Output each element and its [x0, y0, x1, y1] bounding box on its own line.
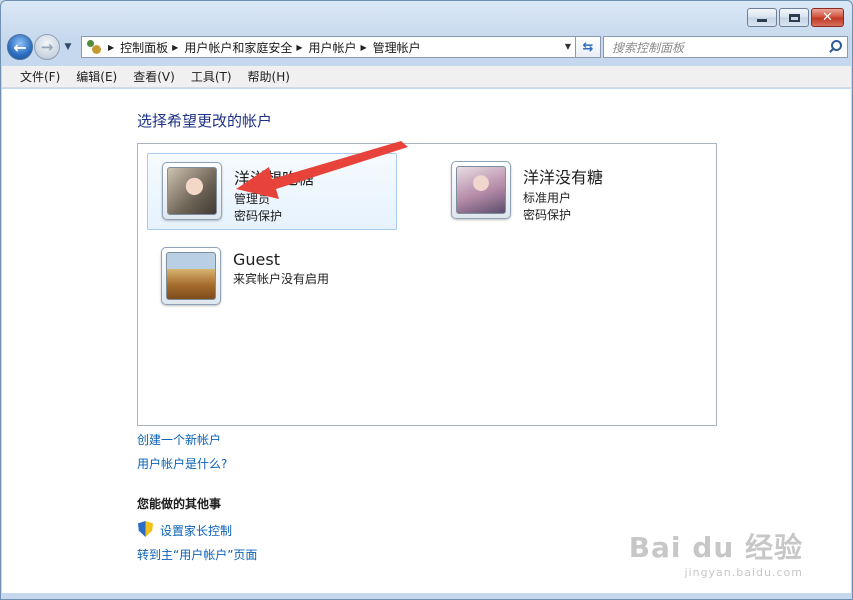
- goto-main-user-accounts-link[interactable]: 转到主“用户帐户”页面: [137, 546, 257, 563]
- shield-icon: [138, 521, 153, 537]
- account-type: 来宾帐户没有启用: [233, 272, 330, 286]
- minimize-button[interactable]: [747, 8, 777, 27]
- maximize-button[interactable]: [779, 8, 809, 27]
- close-button[interactable]: ✕: [811, 8, 844, 27]
- watermark-text: Bai du 经验: [628, 531, 803, 564]
- menu-edit[interactable]: 编辑(E): [68, 66, 125, 87]
- account-name: 洋洋没有糖: [523, 168, 604, 187]
- refresh-button[interactable]: ⇆: [576, 36, 601, 58]
- forward-button[interactable]: →: [34, 34, 60, 60]
- caption-buttons: ✕: [747, 8, 844, 27]
- arrow-right-icon: →: [40, 38, 54, 56]
- account-type: 管理员: [234, 192, 271, 206]
- avatar: [161, 247, 221, 305]
- watermark-url: jingyan.baidu.com: [684, 566, 803, 579]
- account-tile-standard[interactable]: 洋洋没有糖 标准用户 密码保护: [437, 153, 687, 230]
- back-button[interactable]: ←: [7, 34, 33, 60]
- chevron-right-icon[interactable]: ▶: [108, 43, 114, 52]
- menu-file[interactable]: 文件(F): [12, 66, 68, 87]
- page-title: 选择希望更改的帐户: [137, 112, 273, 130]
- breadcrumb-manage-accounts[interactable]: 管理帐户: [373, 39, 421, 56]
- account-status: 密码保护: [234, 209, 283, 223]
- search-icon[interactable]: [827, 39, 843, 55]
- avatar: [162, 162, 222, 220]
- user-photo-icon: [456, 166, 506, 214]
- account-tile-guest[interactable]: Guest 来宾帐户没有启用: [147, 239, 397, 316]
- what-is-user-account-link[interactable]: 用户帐户是什么?: [137, 455, 227, 472]
- account-status: 密码保护: [523, 208, 572, 222]
- suitcase-icon: [166, 252, 216, 300]
- parental-controls-link[interactable]: 设置家长控制: [160, 522, 232, 539]
- chevron-right-icon[interactable]: ▶: [361, 43, 367, 52]
- menu-help[interactable]: 帮助(H): [240, 66, 298, 87]
- breadcrumb-user-accounts[interactable]: 用户帐户: [309, 39, 357, 56]
- breadcrumb-control-panel[interactable]: 控制面板: [120, 39, 168, 56]
- menu-view[interactable]: 查看(V): [125, 66, 183, 87]
- chevron-right-icon[interactable]: ▶: [296, 43, 302, 52]
- account-name: Guest: [233, 250, 280, 269]
- recent-pages-dropdown[interactable]: ▼: [62, 42, 74, 52]
- search-input[interactable]: 搜索控制面板: [604, 39, 827, 56]
- chevron-right-icon[interactable]: ▶: [172, 43, 178, 52]
- account-tile-admin[interactable]: 洋洋想吃糖 管理员 密码保护: [147, 153, 397, 230]
- arrow-left-icon: ←: [13, 37, 27, 57]
- account-name: 洋洋想吃糖: [234, 169, 315, 188]
- create-account-link[interactable]: 创建一个新帐户: [137, 431, 221, 448]
- search-box[interactable]: 搜索控制面板: [603, 36, 848, 58]
- control-panel-icon: [84, 38, 104, 56]
- refresh-icon: ⇆: [582, 39, 594, 55]
- breadcrumb-user-accounts-family[interactable]: 用户帐户和家庭安全: [184, 39, 292, 56]
- close-icon: ✕: [822, 10, 833, 25]
- watermark-logo: Bai du 经验 jingyan.baidu.com: [629, 526, 803, 579]
- maximize-icon: [788, 13, 800, 22]
- account-list: 洋洋想吃糖 管理员 密码保护 洋洋没有糖 标准用户 密码保护 Guest 来宾帐…: [137, 143, 717, 426]
- other-tasks-title: 您能做的其他事: [137, 497, 222, 511]
- navigation-bar: ← → ▼ ▶ 控制面板 ▶ 用户帐户和家庭安全 ▶ 用户帐户 ▶ 管理帐户 ▼…: [7, 32, 848, 62]
- address-bar[interactable]: ▶ 控制面板 ▶ 用户帐户和家庭安全 ▶ 用户帐户 ▶ 管理帐户 ▼: [81, 36, 576, 58]
- menu-bar: 文件(F) 编辑(E) 查看(V) 工具(T) 帮助(H): [2, 66, 851, 88]
- account-type: 标准用户: [523, 191, 572, 205]
- menu-tools[interactable]: 工具(T): [183, 66, 240, 87]
- avatar: [451, 161, 511, 219]
- minimize-icon: [757, 19, 767, 22]
- chevron-down-icon[interactable]: ▼: [565, 42, 571, 51]
- control-panel-window: ✕ ← → ▼ ▶ 控制面板 ▶ 用户帐户和家庭安全 ▶ 用户帐户 ▶ 管理帐户…: [0, 0, 853, 600]
- content-pane: 选择希望更改的帐户 洋洋想吃糖 管理员 密码保护 洋洋没有糖 标准用户 密码保护: [2, 89, 851, 593]
- user-photo-icon: [167, 167, 217, 215]
